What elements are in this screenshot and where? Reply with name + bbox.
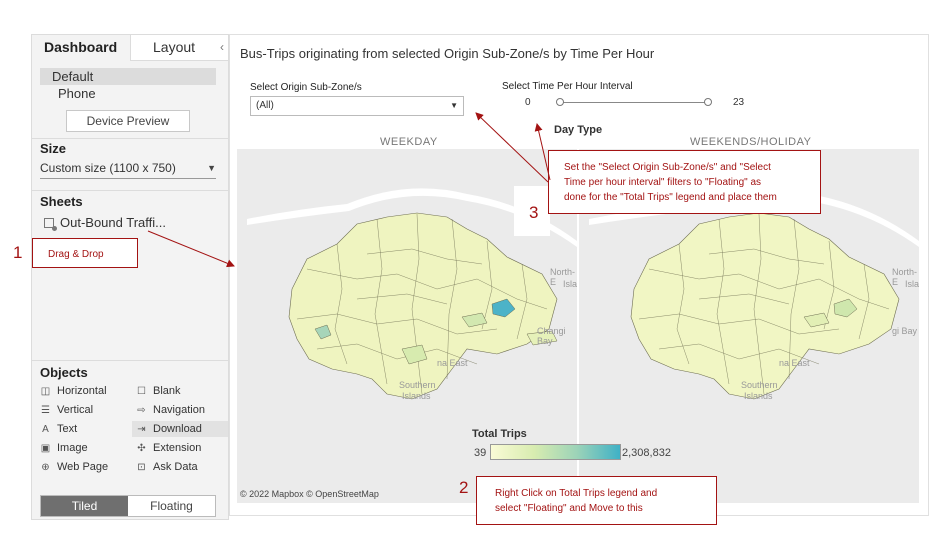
horizontal-icon: ◫ <box>40 385 51 397</box>
object-horizontal[interactable]: ◫ Horizontal <box>40 383 107 399</box>
object-image[interactable]: ▣ Image <box>40 440 88 456</box>
annotation-text: Right Click on Total Trips legend and <box>495 488 658 499</box>
object-label: Download <box>153 423 202 435</box>
dashboard-canvas: Bus-Trips originating from selected Orig… <box>229 34 929 516</box>
object-label: Text <box>57 423 78 435</box>
annotation-legend-floating: Right Click on Total Trips legend and se… <box>476 476 717 525</box>
device-default[interactable]: Default <box>40 68 216 85</box>
navigation-icon: ⇨ <box>137 404 146 416</box>
origin-filter-label: Select Origin Sub-Zone/s <box>250 82 362 93</box>
globe-icon: ⊕ <box>41 461 50 473</box>
object-label: Extension <box>153 442 202 454</box>
divider <box>32 190 228 191</box>
object-vertical[interactable]: ☰ Vertical <box>40 402 93 418</box>
object-download[interactable]: ⇥ Download <box>132 421 228 437</box>
object-extension[interactable]: ✣ Extension <box>136 440 201 456</box>
dashboard-title: Bus-Trips originating from selected Orig… <box>240 46 655 61</box>
object-label: Navigation <box>153 404 205 416</box>
map-label-island: Isla <box>563 279 577 289</box>
object-label: Ask Data <box>153 461 198 473</box>
object-text[interactable]: A Text <box>40 421 77 437</box>
annotation-text: Drag & Drop <box>48 249 104 260</box>
legend-title: Total Trips <box>472 428 527 440</box>
image-icon: ▣ <box>40 442 51 454</box>
object-web-page[interactable]: ⊕ Web Page <box>40 459 108 475</box>
tab-layout[interactable]: Layout ‹ <box>130 35 228 61</box>
dashboard-side-panel: Dashboard Layout ‹ Default Phone Device … <box>31 34 229 520</box>
legend-max: 2,308,832 <box>622 447 671 459</box>
device-phone[interactable]: Phone <box>58 86 96 101</box>
layout-mode-toggle: Tiled Floating <box>40 495 216 517</box>
time-slider-start-handle[interactable] <box>556 98 564 106</box>
object-blank[interactable]: ☐ Blank <box>136 383 181 399</box>
map-label-southern: Southern <box>741 380 778 390</box>
step-number-3: 3 <box>514 186 550 236</box>
object-label: Vertical <box>57 404 94 416</box>
panel-header-weekends: WEEKENDS/HOLIDAY <box>690 136 812 148</box>
size-value: Custom size (1100 x 750) <box>40 161 176 175</box>
time-filter-label: Select Time Per Hour Interval <box>502 81 633 92</box>
legend-min: 39 <box>474 447 487 459</box>
map-attribution: © 2022 Mapbox © OpenStreetMap <box>240 489 379 499</box>
time-slider-track[interactable] <box>560 102 708 103</box>
map-label-islands: Islands <box>402 391 431 401</box>
divider <box>32 138 228 139</box>
extension-icon: ✣ <box>137 442 146 454</box>
total-trips-legend[interactable] <box>490 444 621 460</box>
map-label-changi-bay: Changi Bay <box>537 326 566 346</box>
map-label-islands: Islands <box>744 391 773 401</box>
sheet-item-label: Out-Bound Traffi... <box>60 215 166 230</box>
origin-filter-dropdown[interactable]: (All) ▼ <box>250 96 464 116</box>
map-label-marina-east: na East <box>779 358 810 368</box>
object-label: Web Page <box>57 461 109 473</box>
tiled-button[interactable]: Tiled <box>41 496 128 516</box>
ask-data-icon: ⊡ <box>137 461 146 473</box>
map-label-changi-bay: gi Bay <box>892 326 918 336</box>
annotation-filters-floating: Set the "Select Origin Sub-Zone/s" and "… <box>548 150 821 214</box>
object-label: Blank <box>153 385 181 397</box>
time-slider-min: 0 <box>525 97 531 108</box>
tab-layout-label: Layout <box>153 39 196 55</box>
download-icon: ⇥ <box>137 423 146 435</box>
chevron-down-icon: ▼ <box>450 101 458 110</box>
object-label: Image <box>57 442 88 454</box>
collapse-panel-icon[interactable]: ‹ <box>220 35 224 59</box>
annotation-text: Time per hour interval" filters to "Floa… <box>564 177 762 188</box>
object-label: Horizontal <box>57 385 107 397</box>
object-navigation[interactable]: ⇨ Navigation <box>136 402 205 418</box>
tab-dashboard[interactable]: Dashboard <box>32 35 130 61</box>
text-icon: A <box>42 423 49 435</box>
annotation-text: select "Floating" and Move to this <box>495 503 643 514</box>
vertical-icon: ☰ <box>41 404 50 416</box>
sheets-section-title: Sheets <box>40 194 83 209</box>
objects-section-title: Objects <box>40 365 88 380</box>
time-slider-end-handle[interactable] <box>704 98 712 106</box>
worksheet-icon <box>44 217 57 231</box>
step-number-2: 2 <box>459 478 469 497</box>
day-type-label: Day Type <box>554 124 603 136</box>
sheet-item[interactable]: Out-Bound Traffi... <box>44 215 166 231</box>
chevron-down-icon: ▼ <box>207 163 216 173</box>
time-slider-max: 23 <box>733 97 745 108</box>
blank-icon: ☐ <box>137 385 146 397</box>
step-number-1: 1 <box>13 243 23 262</box>
annotation-text: Set the "Select Origin Sub-Zone/s" and "… <box>564 162 771 173</box>
device-preview-button[interactable]: Device Preview <box>66 110 190 132</box>
divider <box>32 360 228 361</box>
floating-button[interactable]: Floating <box>128 496 215 516</box>
map-label-island: Isla <box>905 279 919 289</box>
panel-header-weekday: WEEKDAY <box>380 136 438 148</box>
size-section-title: Size <box>40 141 67 156</box>
annotation-drag-drop: Drag & Drop <box>32 238 138 268</box>
map-label-southern: Southern <box>399 380 436 390</box>
origin-filter-value: (All) <box>256 100 274 111</box>
size-select[interactable]: Custom size (1100 x 750) ▼ <box>40 161 216 179</box>
map-label-marina-east: na East <box>437 358 468 368</box>
annotation-text: done for the "Total Trips" legend and pl… <box>564 192 777 203</box>
object-ask-data[interactable]: ⊡ Ask Data <box>136 459 198 475</box>
panel-tabs: Dashboard Layout ‹ <box>32 35 228 61</box>
